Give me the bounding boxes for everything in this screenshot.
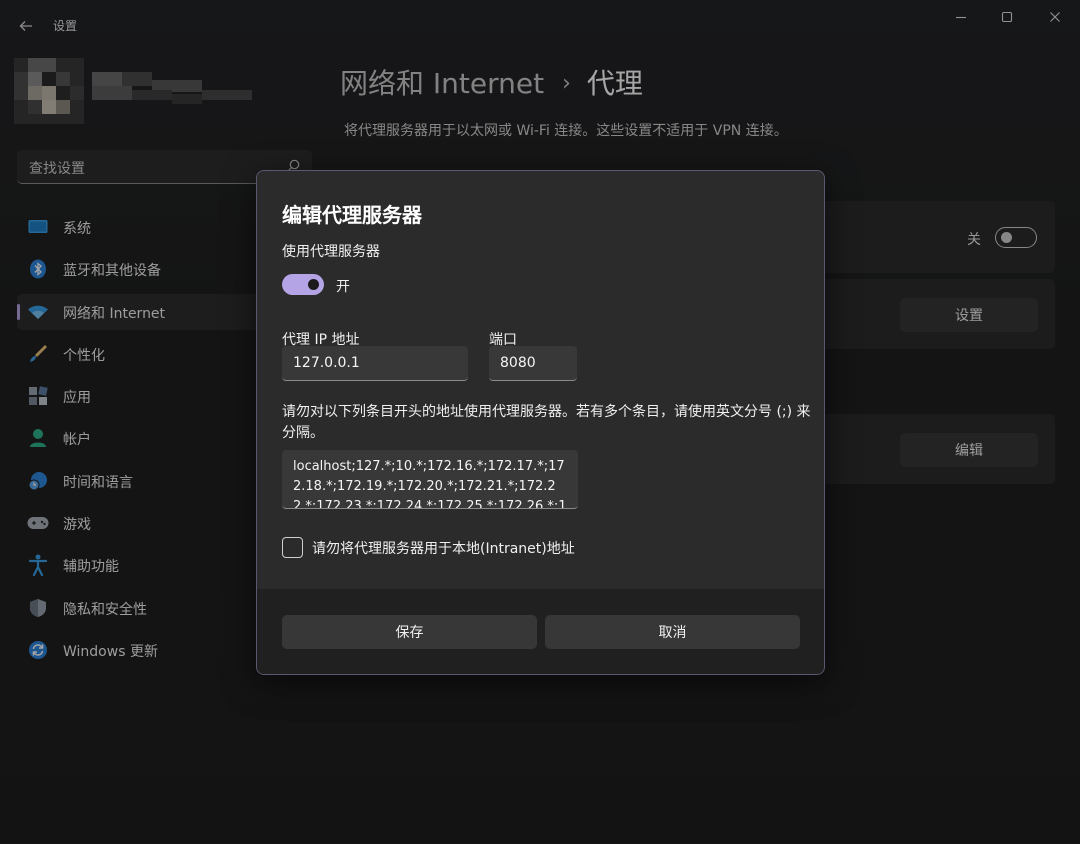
local-bypass-checkbox[interactable] bbox=[282, 537, 303, 558]
exceptions-field[interactable]: localhost;127.*;10.*;172.16.*;172.17.*;1… bbox=[282, 450, 578, 509]
edit-proxy-dialog: 编辑代理服务器 使用代理服务器 开 代理 IP 地址 端口 127.0.0.1 … bbox=[256, 170, 825, 675]
port-field[interactable]: 8080 bbox=[489, 346, 577, 381]
use-proxy-toggle[interactable] bbox=[282, 274, 324, 295]
local-bypass-label[interactable]: 请勿将代理服务器用于本地(Intranet)地址 bbox=[312, 538, 575, 558]
settings-window: 设置 查找设置 系统 蓝牙和其他设备 网络和 Internet 个性化 应用 帐… bbox=[0, 0, 1080, 844]
use-proxy-state: 开 bbox=[336, 279, 350, 295]
use-proxy-label: 使用代理服务器 bbox=[282, 244, 380, 260]
save-button[interactable]: 保存 bbox=[282, 615, 537, 649]
toggle-knob bbox=[308, 279, 319, 290]
dialog-title: 编辑代理服务器 bbox=[282, 203, 422, 227]
exceptions-label: 请勿对以下列条目开头的地址使用代理服务器。若有多个条目，请使用英文分号 (;) … bbox=[282, 404, 811, 441]
proxy-ip-field[interactable]: 127.0.0.1 bbox=[282, 346, 468, 381]
cancel-button[interactable]: 取消 bbox=[545, 615, 800, 649]
